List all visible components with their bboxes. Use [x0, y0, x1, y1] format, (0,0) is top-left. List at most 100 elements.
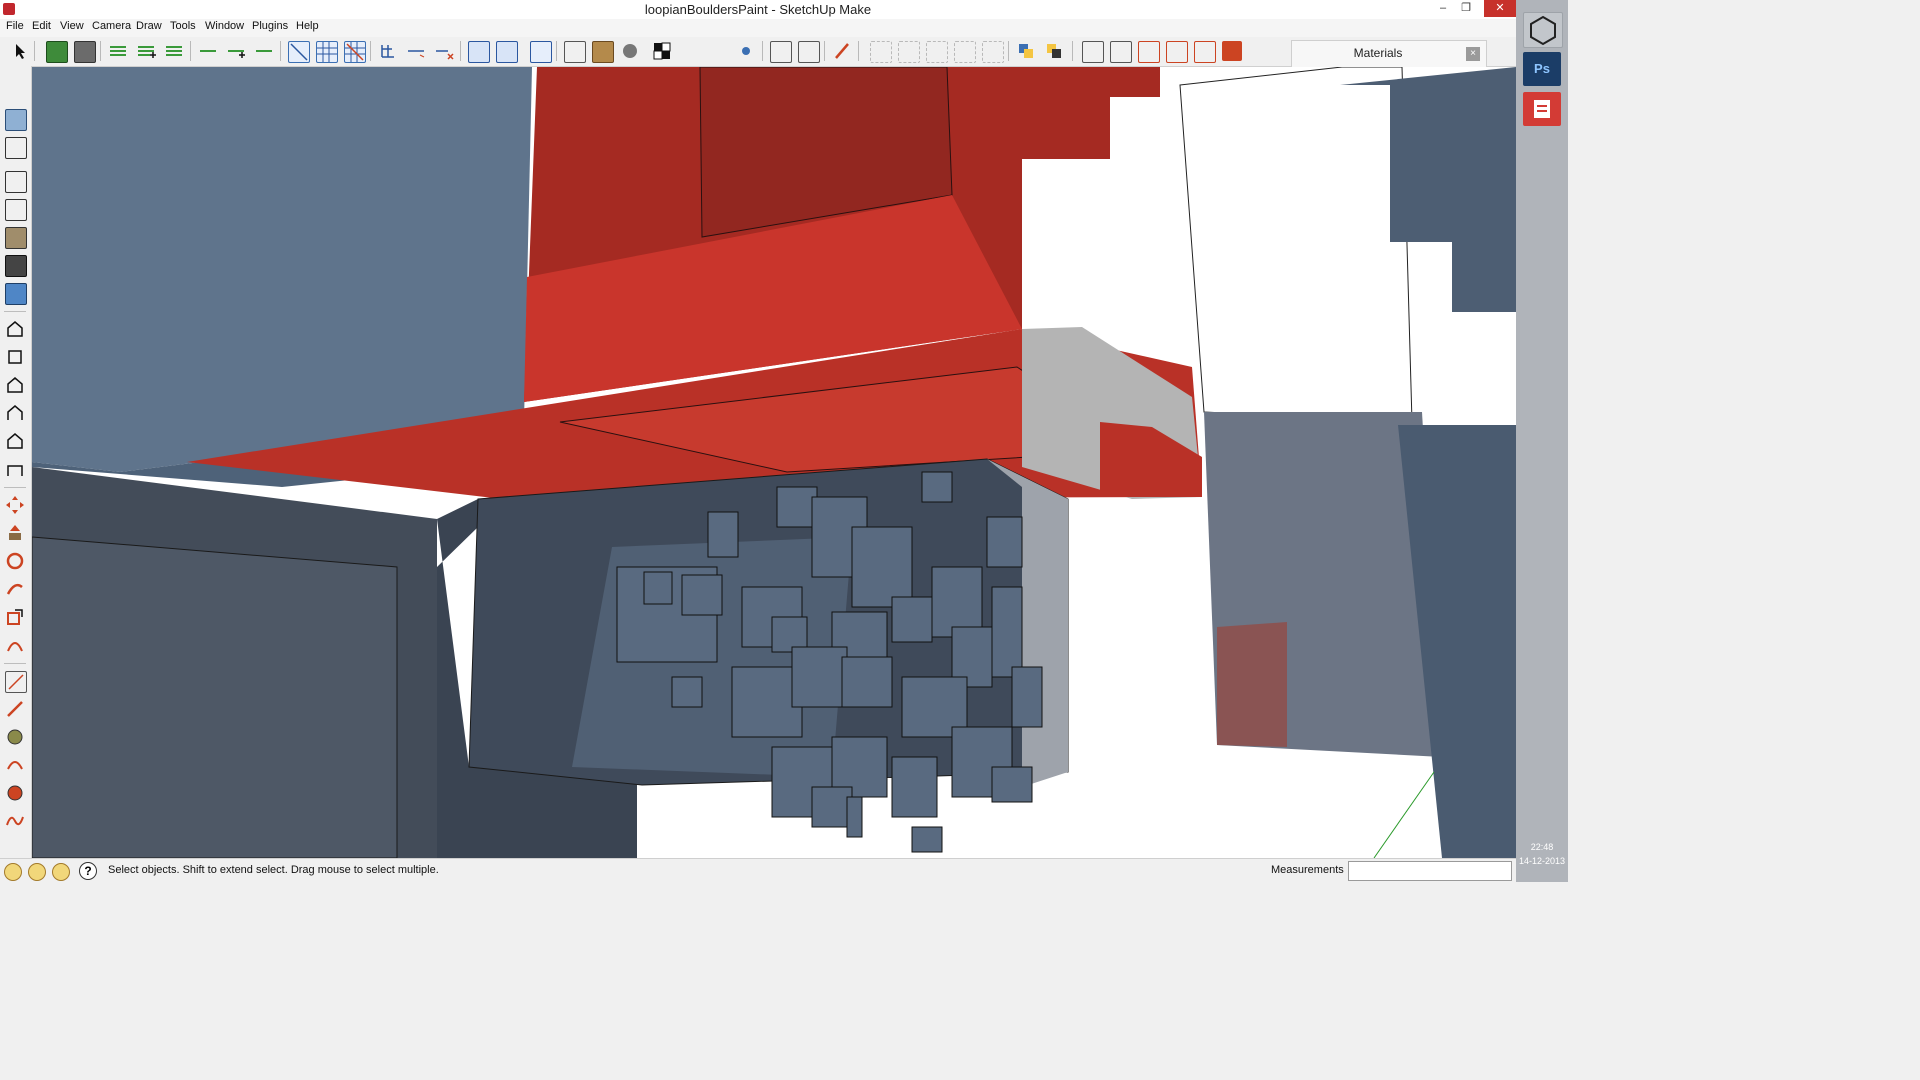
wireframe-view-icon[interactable] — [5, 199, 27, 221]
offset-icon[interactable] — [5, 635, 25, 655]
materials-close-button[interactable]: × — [1466, 47, 1480, 61]
house-right-icon[interactable] — [5, 403, 25, 423]
section-plane-icon[interactable] — [288, 41, 310, 63]
disabled-tool-1-icon[interactable] — [870, 41, 892, 63]
measurements-input[interactable] — [1348, 861, 1512, 881]
make-component-icon[interactable] — [46, 41, 68, 63]
window-title: loopianBouldersPaint - SketchUp Make — [644, 2, 872, 17]
geo-location-icon[interactable] — [4, 863, 22, 881]
layer-lines-icon[interactable] — [108, 41, 128, 61]
page-settings-icon[interactable] — [1222, 41, 1242, 61]
layer-up-icon[interactable] — [1016, 41, 1036, 61]
select-tool-icon[interactable] — [10, 41, 30, 61]
house-iso-icon[interactable] — [5, 319, 25, 339]
rectangle-icon[interactable] — [5, 671, 27, 693]
title-bar: loopianBouldersPaint - SketchUp Make – ❐… — [0, 0, 1516, 19]
materials-panel[interactable]: Materials × — [1291, 40, 1487, 68]
clock-date: 14-12-2013 — [1518, 856, 1566, 866]
textured-icon[interactable] — [592, 41, 614, 63]
disabled-tool-5-icon[interactable] — [982, 41, 1004, 63]
house-back-icon[interactable] — [5, 431, 25, 451]
menu-help[interactable]: Help — [296, 20, 319, 32]
sketchup-taskbar-icon[interactable] — [1523, 92, 1561, 126]
table-icon[interactable] — [468, 41, 490, 63]
split-view-icon[interactable] — [770, 41, 792, 63]
line-icon[interactable] — [5, 699, 25, 719]
menu-plugins[interactable]: Plugins — [252, 20, 288, 32]
layer-add-icon[interactable] — [136, 41, 156, 61]
monochrome-view-icon[interactable] — [5, 255, 27, 277]
guide-line-icon[interactable] — [198, 41, 218, 61]
menu-window[interactable]: Window — [205, 20, 244, 32]
disabled-tool-4-icon[interactable] — [954, 41, 976, 63]
quad-view-icon[interactable] — [798, 41, 820, 63]
paste-icon[interactable] — [708, 41, 728, 61]
close-button[interactable]: ✕ — [1484, 0, 1516, 17]
layer-remove-icon[interactable] — [164, 41, 184, 61]
viewport-icon[interactable] — [530, 41, 552, 63]
menu-camera[interactable]: Camera — [92, 20, 131, 32]
house-left-icon[interactable] — [5, 459, 25, 479]
help-icon[interactable]: ? — [79, 862, 97, 880]
follow-me-icon[interactable] — [5, 579, 25, 599]
push-pull-icon[interactable] — [5, 523, 25, 543]
status-bar: ? Select objects. Shift to extend select… — [0, 858, 1516, 883]
guide-add-icon[interactable] — [226, 41, 246, 61]
menu-tools[interactable]: Tools — [170, 20, 196, 32]
section-grid-icon[interactable] — [316, 41, 338, 63]
left-tool-palette — [0, 66, 32, 858]
menu-view[interactable]: View — [60, 20, 84, 32]
make-group-icon[interactable] — [74, 41, 96, 63]
layer-down-icon[interactable] — [1044, 41, 1064, 61]
measurements-label: Measurements — [1271, 864, 1344, 876]
iso-view-icon[interactable] — [5, 171, 27, 193]
restore-button[interactable]: ❐ — [1455, 0, 1477, 17]
page-icon[interactable] — [1082, 41, 1104, 63]
credits-icon[interactable] — [28, 863, 46, 881]
copy-icon[interactable] — [680, 41, 700, 61]
network-icon[interactable] — [736, 41, 756, 61]
top-view-icon[interactable] — [5, 109, 27, 131]
front-view-icon[interactable] — [5, 137, 27, 159]
guide-remove-icon[interactable] — [254, 41, 274, 61]
xray-view-icon[interactable] — [5, 283, 27, 305]
page-update-icon[interactable] — [1166, 41, 1188, 63]
house-top-icon[interactable] — [5, 347, 25, 367]
materials-title: Materials — [1353, 46, 1403, 60]
main-toolbar — [0, 37, 1516, 67]
signin-icon[interactable] — [52, 863, 70, 881]
rotate-icon[interactable] — [5, 551, 25, 571]
modeling-viewport[interactable] — [32, 67, 1516, 858]
unity-icon[interactable] — [1523, 12, 1563, 48]
wireframe-icon[interactable] — [564, 41, 586, 63]
axes-icon[interactable] — [378, 41, 398, 61]
menu-draw[interactable]: Draw — [136, 20, 162, 32]
checker-icon[interactable] — [652, 41, 672, 61]
freehand-icon[interactable] — [5, 811, 25, 831]
section-cut-icon[interactable] — [344, 41, 366, 63]
clock-time: 22:48 — [1530, 842, 1554, 852]
move-icon[interactable] — [5, 495, 25, 515]
circle-icon[interactable] — [5, 727, 25, 747]
photoshop-icon[interactable]: Ps — [1523, 52, 1561, 86]
scale-icon[interactable] — [5, 607, 25, 627]
disabled-tool-3-icon[interactable] — [926, 41, 948, 63]
arc-icon[interactable] — [5, 755, 25, 775]
component-grid-icon[interactable] — [496, 41, 518, 63]
page-delete-icon[interactable] — [1194, 41, 1216, 63]
dimension-icon[interactable] — [406, 41, 426, 61]
fog-icon[interactable] — [620, 41, 640, 61]
house-front-icon[interactable] — [5, 375, 25, 395]
shaded-view-icon[interactable] — [5, 227, 27, 249]
polygon-icon[interactable] — [5, 783, 25, 803]
status-hint: Select objects. Shift to extend select. … — [108, 864, 439, 876]
disabled-tool-2-icon[interactable] — [898, 41, 920, 63]
minimize-button[interactable]: – — [1432, 0, 1454, 17]
os-taskbar: Ps 22:48 14-12-2013 — [1516, 0, 1568, 882]
menu-file[interactable]: File — [6, 20, 24, 32]
erase-dimension-icon[interactable] — [434, 41, 454, 61]
pencil-icon[interactable] — [832, 41, 852, 61]
page-next-icon[interactable] — [1110, 41, 1132, 63]
menu-edit[interactable]: Edit — [32, 20, 51, 32]
page-add-icon[interactable] — [1138, 41, 1160, 63]
